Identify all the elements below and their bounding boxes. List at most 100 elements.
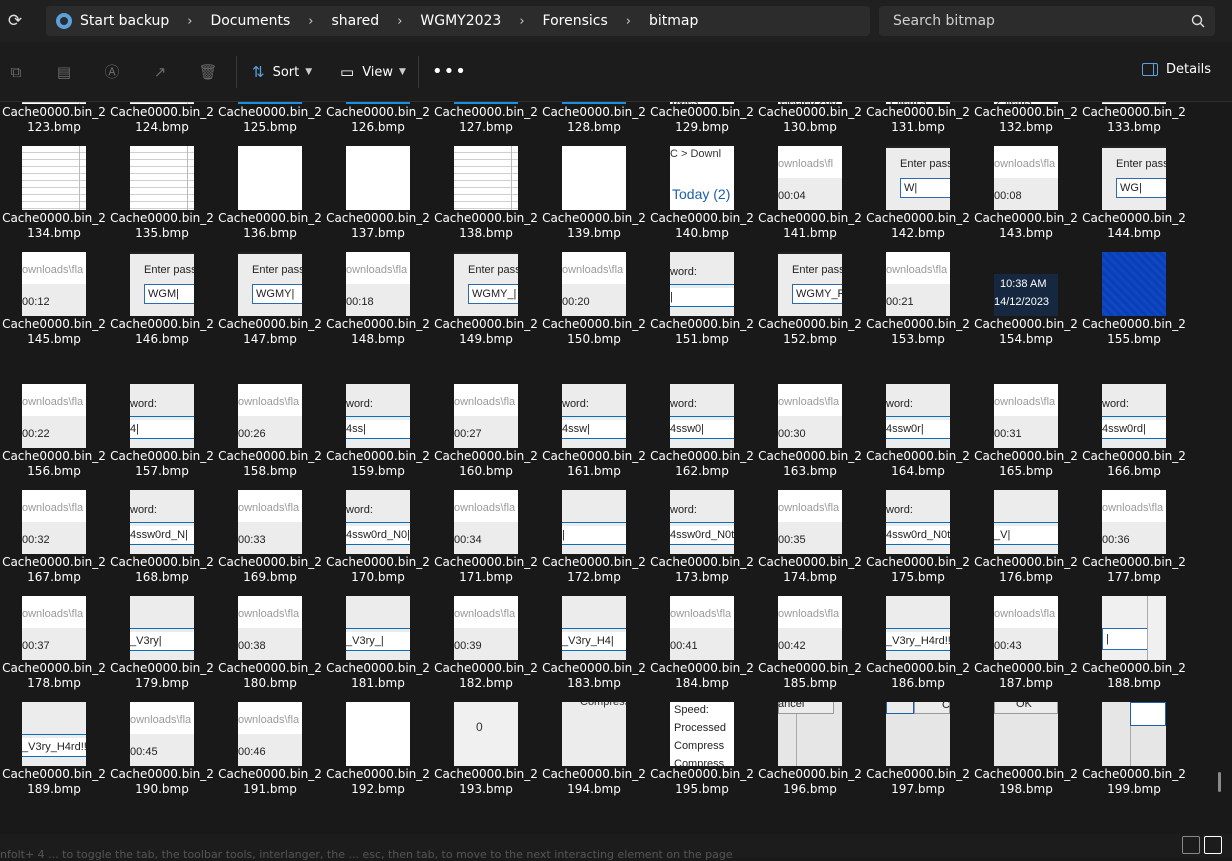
- file-name: Cache0000.bin_2 123.bmp: [0, 105, 108, 135]
- search-icon[interactable]: [1191, 14, 1205, 28]
- file-item[interactable]: Cache0000.bin_2 192.bmp: [324, 702, 432, 834]
- file-name-line: Cache0000.bin_2: [110, 317, 214, 331]
- details-button[interactable]: Details: [1142, 62, 1211, 77]
- file-name-line: Cache0000.bin_2: [974, 317, 1078, 331]
- refresh-icon[interactable]: ⟳: [2, 8, 28, 34]
- file-name-line: 177.bmp: [1107, 570, 1161, 584]
- thumbnail: [562, 102, 626, 104]
- file-name-line: 193.bmp: [459, 782, 513, 796]
- thumbnail: ownloads\fla:00:36: [1102, 490, 1166, 554]
- file-name-line: Cache0000.bin_2: [2, 105, 106, 119]
- file-item[interactable]: Enter pass WGMY_| Cache0000.bin_2 149.bmp: [432, 252, 540, 384]
- file-item[interactable]: Cache0000.bin_2 155.bmp: [1080, 252, 1188, 384]
- thumbnail-text: ownloads\fla: [778, 396, 840, 408]
- large-icons-view-icon[interactable]: [1204, 836, 1222, 854]
- thumbnail: [238, 146, 302, 210]
- details-view-icon[interactable]: [1182, 836, 1200, 854]
- crumb-bitmap[interactable]: bitmap: [649, 13, 698, 29]
- file-item[interactable]: Cache0000.bin_2 199.bmp: [1080, 702, 1188, 834]
- file-name-line: 168.bmp: [135, 570, 189, 584]
- file-item[interactable]: ownloads\fla:00:12 Cache0000.bin_2 145.bmp: [0, 252, 108, 384]
- thumbnail: [454, 102, 518, 104]
- thumb-border: [994, 522, 1058, 523]
- file-item[interactable]: ownloads\fla:00:20 Cache0000.bin_2 150.bmp: [540, 252, 648, 384]
- rename-icon[interactable]: Ⓐ: [102, 62, 122, 82]
- file-name-line: Cache0000.bin_2: [110, 211, 214, 225]
- file-item[interactable]: OK Cache0000.bin_2 198.bmp: [972, 702, 1080, 834]
- file-item[interactable]: _V3ry_H4rd!!! Cache0000.bin_2 189.bmp: [0, 702, 108, 834]
- chevron-right-icon[interactable]: ›: [308, 14, 313, 29]
- file-name-line: 187.bmp: [999, 676, 1053, 690]
- thumbnail-text: elected 200: [780, 102, 837, 104]
- thumbnail-text: |: [1102, 628, 1148, 650]
- file-item[interactable]: ownloads\fla:00:21 Cache0000.bin_2 153.bmp: [864, 252, 972, 384]
- thumbnail-text: ownloads\fla: [238, 396, 300, 408]
- crumb-forensics[interactable]: Forensics: [543, 13, 608, 29]
- search-input[interactable]: Search bitmap: [893, 6, 995, 36]
- view-button[interactable]: ▭ View ▼: [340, 62, 406, 82]
- search-box[interactable]: Search bitmap: [879, 6, 1215, 36]
- details-label: Details: [1166, 62, 1212, 77]
- thumbnail-text: ownloads\fla: [22, 264, 84, 276]
- crumb-documents[interactable]: Documents: [210, 13, 290, 29]
- address-bar[interactable]: Start backup › Documents › shared › WGMY…: [46, 6, 870, 36]
- thumb-border: [562, 628, 626, 629]
- scrollbar[interactable]: [1218, 772, 1221, 792]
- file-item[interactable]: Enter pass WGMY| Cache0000.bin_2 147.bmp: [216, 252, 324, 384]
- thumbnail-text: bytes: [672, 102, 698, 104]
- file-name-line: 176.bmp: [999, 570, 1053, 584]
- thumb-border: [1130, 702, 1166, 726]
- thumbnail: ownloads\fla:00:08: [994, 146, 1058, 210]
- thumbnail: bytes: [670, 102, 734, 104]
- file-item[interactable]: Speed: Processed Compress Compress Cache0000…: [648, 702, 756, 834]
- chevron-right-icon[interactable]: ›: [519, 14, 524, 29]
- file-name-line: Cache0000.bin_2: [2, 449, 106, 463]
- crumb-wgmy2023[interactable]: WGMY2023: [420, 13, 501, 29]
- file-name-line: 153.bmp: [891, 332, 945, 346]
- chevron-right-icon[interactable]: ›: [397, 14, 402, 29]
- thumbnail-text: :00:32: [22, 534, 50, 546]
- thumb-border: [1102, 438, 1166, 439]
- file-name-line: 139.bmp: [567, 226, 621, 240]
- file-item[interactable]: word: | Cache0000.bin_2 151.bmp: [648, 252, 756, 384]
- file-item[interactable]: 0 Cache0000.bin_2 193.bmp: [432, 702, 540, 834]
- file-name-line: 178.bmp: [27, 676, 81, 690]
- thumbnail-text: :00:27: [454, 428, 482, 440]
- thumbnail: ownloads\fla:00:39: [454, 596, 518, 660]
- file-item[interactable]: C Cache0000.bin_2 197.bmp: [864, 702, 972, 834]
- share-icon[interactable]: ↗: [150, 62, 170, 82]
- thumbnail-text: _V3ry_H4rd!!!: [22, 738, 86, 756]
- file-item[interactable]: Compress Cache0000.bin_2 194.bmp: [540, 702, 648, 834]
- file-name-line: 179.bmp: [135, 676, 189, 690]
- file-name-line: Cache0000.bin_2: [650, 211, 754, 225]
- crumb-start-backup[interactable]: Start backup: [80, 13, 169, 29]
- file-item[interactable]: Enter pass WGM| Cache0000.bin_2 146.bmp: [108, 252, 216, 384]
- file-name-line: 183.bmp: [567, 676, 621, 690]
- copy-icon[interactable]: ⧉: [6, 62, 26, 82]
- more-icon[interactable]: •••: [432, 62, 467, 82]
- file-name-line: Cache0000.bin_2: [542, 317, 646, 331]
- thumbnail: ownloads\fla:00:31: [994, 384, 1058, 448]
- file-name: Cache0000.bin_2 156.bmp: [0, 449, 108, 479]
- crumb-shared[interactable]: shared: [331, 13, 379, 29]
- thumbnail-text: 4ssw0|: [670, 420, 734, 438]
- file-item[interactable]: ownloads\fla:00:46 Cache0000.bin_2 191.bmp: [216, 702, 324, 834]
- sort-button[interactable]: ⇅ Sort ▼: [252, 62, 312, 82]
- file-item[interactable]: ownloads\fla:00:18 Cache0000.bin_2 148.bmp: [324, 252, 432, 384]
- thumbnail-text: Today (2): [672, 186, 731, 202]
- thumbnail: [130, 102, 194, 104]
- chevron-right-icon[interactable]: ›: [626, 14, 631, 29]
- thumbnail: ownloads\fla:00:30: [778, 384, 842, 448]
- file-item[interactable]: ancel Cache0000.bin_2 196.bmp: [756, 702, 864, 834]
- thumbnail-text: Enter pass: [252, 264, 302, 276]
- thumb-border: [796, 714, 797, 766]
- file-item[interactable]: Enter pass WGMY_F Cache0000.bin_2 152.bmp: [756, 252, 864, 384]
- file-item[interactable]: 10:38 AM 14/12/2023 Cache0000.bin_2 154.bmp: [972, 252, 1080, 384]
- thumbnail-text: ownloads\fla: [346, 264, 408, 276]
- file-name: Cache0000.bin_2 155.bmp: [1080, 317, 1188, 347]
- chevron-right-icon[interactable]: ›: [187, 14, 192, 29]
- delete-icon[interactable]: 🗑: [198, 62, 218, 82]
- file-item[interactable]: ownloads\fla:00:45 Cache0000.bin_2 190.bmp: [108, 702, 216, 834]
- file-name-line: Cache0000.bin_2: [434, 767, 538, 781]
- paste-icon[interactable]: ▤: [54, 62, 74, 82]
